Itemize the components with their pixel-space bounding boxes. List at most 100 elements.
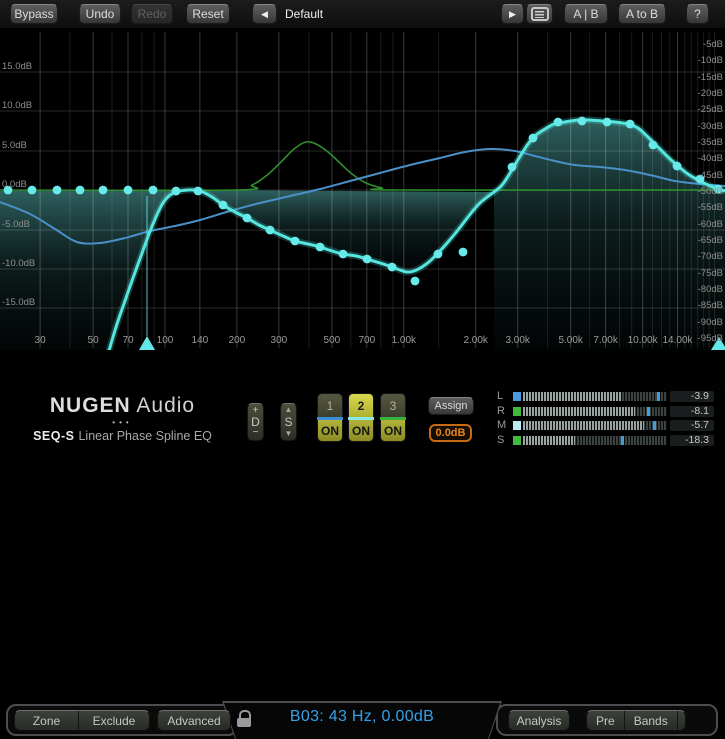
- left-db-label: -10.0dB: [2, 258, 35, 269]
- eq-node[interactable]: [388, 263, 397, 272]
- band-group-2-on-button[interactable]: ON: [348, 420, 374, 442]
- right-db-label: -65dB: [698, 235, 723, 246]
- left-arrow-icon: ◀: [261, 10, 268, 19]
- preset-menu-button[interactable]: [526, 4, 553, 24]
- undo-button[interactable]: Undo: [79, 4, 121, 24]
- exclude-button[interactable]: Exclude: [79, 711, 149, 730]
- eq-node[interactable]: [578, 117, 587, 126]
- bypass-button[interactable]: Bypass: [10, 4, 58, 24]
- up-arrow-icon: ▲: [285, 406, 293, 414]
- eq-node[interactable]: [172, 187, 181, 196]
- right-db-label: -80dB: [698, 284, 723, 295]
- brand-dots: •••: [20, 418, 225, 427]
- eq-node[interactable]: [124, 186, 133, 195]
- eq-node[interactable]: [603, 118, 612, 127]
- help-button[interactable]: ?: [686, 4, 709, 24]
- right-db-label: -40dB: [698, 153, 723, 164]
- meter-bar: [523, 407, 667, 416]
- top-toolbar: Bypass Undo Redo Reset ◀ Default ▶ A | B…: [0, 0, 725, 29]
- right-arrow-icon: ▶: [509, 10, 516, 19]
- meter-source-indicator: [513, 392, 521, 401]
- colors-button[interactable]: Colors: [678, 711, 686, 730]
- right-db-label: -90dB: [698, 317, 723, 328]
- band-readout: B03: 43 Hz, 0.00dB: [252, 708, 472, 726]
- meter-label: L: [497, 391, 503, 402]
- right-db-label: -70dB: [698, 251, 723, 262]
- solo-button[interactable]: ▲ S ▼: [280, 403, 297, 441]
- freq-label: 70: [122, 335, 134, 346]
- eq-node[interactable]: [76, 186, 85, 195]
- dock-button[interactable]: + D −: [247, 403, 264, 441]
- reset-button[interactable]: Reset: [186, 4, 230, 24]
- eq-node[interactable]: [649, 141, 658, 150]
- band-group-3: 3 ON: [380, 393, 406, 445]
- down-arrow-icon: ▼: [285, 430, 293, 438]
- eq-node[interactable]: [219, 201, 228, 210]
- right-db-label: -10dB: [698, 55, 723, 66]
- meter-source-indicator: [513, 407, 521, 416]
- band-group-1-select[interactable]: 1: [317, 393, 343, 417]
- meter-value: -3.9: [670, 391, 714, 402]
- meter-source-indicator: [513, 436, 521, 445]
- eq-node[interactable]: [554, 118, 563, 127]
- band-group-3-on-button[interactable]: ON: [380, 420, 406, 442]
- band-group-2-select[interactable]: 2: [348, 393, 374, 417]
- zone-exclude-group: Zone Exclude: [14, 710, 150, 731]
- a-to-b-button[interactable]: A to B: [618, 4, 666, 24]
- left-db-label: 15.0dB: [2, 61, 32, 72]
- preset-name[interactable]: Default: [285, 7, 323, 21]
- meter-bar: [523, 392, 667, 401]
- eq-node[interactable]: [194, 187, 203, 196]
- brand-name: NUGEN Audio: [20, 394, 225, 418]
- brand-logo: NUGEN Audio ••• SEQ-SLinear Phase Spline…: [20, 394, 225, 443]
- trim-value[interactable]: 0.0dB: [429, 424, 472, 442]
- seq-s-plugin-window: { "top_bar": { "bypass": "Bypass", "undo…: [0, 0, 725, 461]
- left-db-label: 5.0dB: [2, 140, 27, 151]
- freq-label: 100: [157, 335, 174, 346]
- right-db-label: -35dB: [698, 137, 723, 148]
- left-db-label: 10.0dB: [2, 100, 32, 111]
- eq-graph[interactable]: 15.0dB10.0dB5.0dB0.0dB-5.0dB-10.0dB-15.0…: [0, 28, 725, 350]
- eq-node[interactable]: [673, 162, 682, 171]
- pre-button[interactable]: Pre: [587, 711, 625, 730]
- eq-node[interactable]: [411, 277, 420, 286]
- eq-node[interactable]: [149, 186, 158, 195]
- lock-icon[interactable]: [237, 710, 251, 727]
- eq-node[interactable]: [434, 250, 443, 259]
- view-options-group: Pre Bands Colors: [586, 710, 686, 731]
- right-db-label: -25dB: [698, 104, 723, 115]
- eq-node[interactable]: [316, 243, 325, 252]
- eq-node[interactable]: [508, 163, 517, 172]
- eq-node[interactable]: [459, 248, 468, 257]
- eq-node[interactable]: [363, 255, 372, 264]
- band-group-3-select[interactable]: 3: [380, 393, 406, 417]
- eq-node[interactable]: [529, 134, 538, 143]
- left-db-label: -15.0dB: [2, 297, 35, 308]
- zone-button[interactable]: Zone: [15, 711, 79, 730]
- meter-peak-tick: [647, 407, 650, 416]
- eq-node[interactable]: [99, 186, 108, 195]
- redo-button[interactable]: Redo: [131, 4, 173, 24]
- eq-node[interactable]: [339, 250, 348, 259]
- meter-value: -5.7: [670, 420, 714, 431]
- eq-node[interactable]: [626, 120, 635, 129]
- ab-compare-button[interactable]: A | B: [564, 4, 608, 24]
- left-db-label: 0.0dB: [2, 179, 27, 190]
- analysis-button[interactable]: Analysis: [508, 710, 570, 731]
- bands-button[interactable]: Bands: [625, 711, 678, 730]
- preset-prev-button[interactable]: ◀: [252, 4, 277, 24]
- eq-node[interactable]: [291, 237, 300, 246]
- eq-node[interactable]: [28, 186, 37, 195]
- preset-next-button[interactable]: ▶: [501, 4, 524, 24]
- assign-button[interactable]: Assign: [428, 397, 474, 415]
- meter-bar: [523, 436, 667, 445]
- eq-node[interactable]: [266, 226, 275, 235]
- band-group-1-on-button[interactable]: ON: [317, 420, 343, 442]
- bottom-section: NUGEN Audio ••• SEQ-SLinear Phase Spline…: [0, 390, 725, 461]
- right-db-label: -45dB: [698, 170, 723, 181]
- advanced-button[interactable]: Advanced: [157, 710, 231, 731]
- right-db-label: -15dB: [698, 72, 723, 83]
- eq-node[interactable]: [53, 186, 62, 195]
- band-group-2: 2 ON: [348, 393, 374, 445]
- eq-node[interactable]: [243, 214, 252, 223]
